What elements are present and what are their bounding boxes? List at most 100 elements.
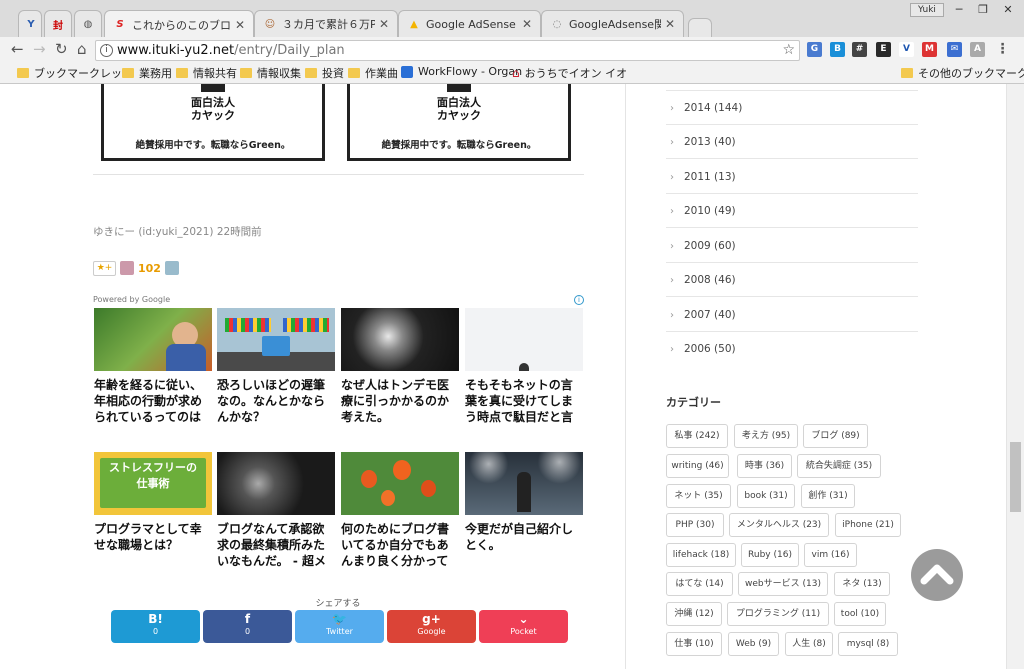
avatar[interactable] bbox=[164, 261, 179, 275]
related-card[interactable]: なぜ人はトンデモ医療に引っかかるのか考えた。 bbox=[341, 308, 459, 425]
tab-pinned-2[interactable]: 封 bbox=[44, 10, 72, 37]
menu-icon[interactable]: ⋮ bbox=[995, 42, 1010, 57]
archive-item[interactable]: › 2006 (50) bbox=[666, 332, 918, 366]
bookmark-folder[interactable]: 投資 bbox=[305, 65, 344, 81]
close-icon[interactable]: ✕ bbox=[665, 17, 675, 31]
related-card[interactable]: ブログなんて承認欲求の最終集積所みたいなもんだ。 - 超メモ帳… bbox=[217, 452, 335, 569]
category-tag[interactable]: 私事 (242) bbox=[666, 424, 728, 448]
archive-item[interactable]: › 2013 (40) bbox=[666, 125, 918, 159]
category-tag[interactable]: 統合失調症 (35) bbox=[797, 454, 881, 478]
category-tag[interactable]: mysql (8) bbox=[838, 632, 898, 656]
address-bar[interactable]: i www.ituki-yu2.net/entry/Daily_plan ☆ bbox=[95, 40, 800, 61]
category-tag[interactable]: Ruby (16) bbox=[741, 543, 799, 567]
archive-item[interactable]: › 2010 (49) bbox=[666, 194, 918, 228]
close-icon[interactable]: ✕ bbox=[235, 18, 245, 32]
related-card[interactable]: 年齢を経るに従い、年相応の行動が求められているってのはある… bbox=[94, 308, 212, 425]
tab-3[interactable]: ▲ Google AdSense ✕ bbox=[398, 10, 541, 37]
share-twitter-button[interactable]: 🐦 Twitter bbox=[295, 610, 384, 643]
evernote-extension-icon[interactable]: E bbox=[876, 42, 891, 57]
category-tag[interactable]: Web (9) bbox=[728, 632, 779, 656]
forward-arrow-icon[interactable]: → bbox=[33, 41, 46, 57]
category-tag[interactable]: webサービス (13) bbox=[738, 572, 828, 596]
category-tag[interactable]: iPhone (21) bbox=[835, 513, 901, 537]
share-hatebu-button[interactable]: B! 0 bbox=[111, 610, 200, 643]
category-tag[interactable]: 創作 (31) bbox=[801, 484, 855, 508]
related-card[interactable]: そもそもネットの言葉を真に受けてしまう時点で駄目だと言うべ… bbox=[465, 308, 583, 425]
profile-button[interactable]: Yuki bbox=[910, 3, 944, 17]
category-tag[interactable]: 考え方 (95) bbox=[734, 424, 798, 448]
counter-extension-icon[interactable]: # bbox=[852, 42, 867, 57]
category-tag[interactable]: ネット (35) bbox=[666, 484, 731, 508]
vertical-scrollbar[interactable] bbox=[1006, 84, 1024, 669]
category-tag[interactable]: 時事 (36) bbox=[737, 454, 792, 478]
mail-extension-icon[interactable]: M bbox=[922, 42, 937, 57]
bookmark-star-icon[interactable]: ☆ bbox=[782, 41, 795, 60]
tab-pinned-1[interactable]: Y bbox=[18, 10, 42, 37]
related-card[interactable]: 何のためにブログ書いてるか自分でもあんまり良く分かってない。 bbox=[341, 452, 459, 569]
author-line[interactable]: ゆきにー (id:yuki_2021) 22時間前 bbox=[93, 224, 262, 239]
related-card[interactable]: ストレスフリーの 仕事術 プログラマとして幸せな職場とは？ bbox=[94, 452, 212, 569]
bookmark-workflowy[interactable]: WorkFlowy - Organ bbox=[401, 65, 522, 78]
maximize-icon[interactable]: ❐ bbox=[972, 2, 994, 17]
reload-icon[interactable]: ↻ bbox=[55, 41, 68, 57]
ad-banner-left[interactable]: 面白法人 カヤック 絶賛採用中です。転職ならGreen。 bbox=[101, 84, 325, 161]
category-tag[interactable]: 沖縄 (12) bbox=[666, 602, 722, 626]
archive-item[interactable]: › 2009 (60) bbox=[666, 229, 918, 263]
vivaldi-extension-icon[interactable]: V bbox=[899, 42, 914, 57]
ad-banner-right[interactable]: 面白法人 カヤック 絶賛採用中です。転職ならGreen。 bbox=[347, 84, 571, 161]
hatebu-icon: B! bbox=[148, 612, 163, 626]
category-tag[interactable]: lifehack (18) bbox=[666, 543, 736, 567]
archive-item[interactable]: › 2008 (46) bbox=[666, 263, 918, 297]
close-icon[interactable]: ✕ bbox=[379, 17, 389, 31]
archive-item[interactable]: › 2007 (40) bbox=[666, 298, 918, 332]
related-card[interactable]: 今更だが自己紹介しとく。 bbox=[465, 452, 583, 569]
other-bookmarks[interactable]: その他のブックマーク bbox=[901, 65, 1024, 81]
category-tag[interactable]: ネタ (13) bbox=[834, 572, 890, 596]
back-to-top-button[interactable] bbox=[911, 549, 963, 601]
close-icon[interactable]: ✕ bbox=[522, 17, 532, 31]
new-tab-button[interactable] bbox=[688, 18, 712, 37]
category-tag[interactable]: vim (16) bbox=[804, 543, 857, 567]
bookmark-folder[interactable]: 情報収集 bbox=[240, 65, 301, 81]
home-icon[interactable]: ⌂ bbox=[77, 41, 87, 57]
add-star-button[interactable]: ★+ bbox=[93, 260, 116, 276]
tab-active[interactable]: S これからのこのブログの ✕ bbox=[104, 10, 254, 38]
category-tag[interactable]: PHP (30) bbox=[666, 513, 724, 537]
category-tag[interactable]: 人生 (8) bbox=[785, 632, 833, 656]
related-card[interactable]: 恐ろしいほどの遅筆なの。なんとかならんかな？ bbox=[217, 308, 335, 425]
tab-2[interactable]: ☺ ３カ月で累計６万PV達成 ✕ bbox=[254, 10, 398, 37]
bookmark-folder[interactable]: 業務用 bbox=[122, 65, 172, 81]
chevron-right-icon: › bbox=[670, 206, 674, 217]
scrollbar-thumb[interactable] bbox=[1010, 442, 1021, 512]
back-arrow-icon[interactable]: ← bbox=[11, 41, 24, 57]
share-facebook-button[interactable]: f 0 bbox=[203, 610, 292, 643]
category-tag[interactable]: book (31) bbox=[737, 484, 795, 508]
window-close-icon[interactable]: ✕ bbox=[997, 2, 1019, 17]
translate-extension-icon[interactable]: G bbox=[807, 42, 822, 57]
chat-extension-icon[interactable]: ✉ bbox=[947, 42, 962, 57]
category-tag[interactable]: プログラミング (11) bbox=[727, 602, 829, 626]
category-tag[interactable]: ブログ (89) bbox=[803, 424, 868, 448]
archive-item[interactable]: › 2011 (13) bbox=[666, 160, 918, 194]
share-google-button[interactable]: g+ Google bbox=[387, 610, 476, 643]
category-tag[interactable]: writing (46) bbox=[666, 454, 729, 478]
bookmark-aeon[interactable]: ⌂ おうちでイオン イオ bbox=[512, 65, 627, 81]
tab-pinned-3[interactable]: ◍ bbox=[74, 10, 102, 37]
adchoices-icon[interactable]: i bbox=[574, 295, 584, 305]
category-tag[interactable]: tool (10) bbox=[834, 602, 886, 626]
hatena-extension-icon[interactable]: B bbox=[830, 42, 845, 57]
category-tag[interactable]: はてな (14) bbox=[666, 572, 733, 596]
archive-item[interactable]: › 2014 (144) bbox=[666, 91, 918, 125]
avatar[interactable] bbox=[120, 261, 134, 275]
bookmark-folder[interactable]: 作業曲 bbox=[348, 65, 398, 81]
category-tag[interactable]: メンタルヘルス (23) bbox=[729, 513, 829, 537]
info-icon[interactable]: i bbox=[100, 44, 113, 57]
minimize-icon[interactable]: ─ bbox=[948, 2, 970, 17]
star-count[interactable]: 102 bbox=[138, 262, 161, 275]
tab-4[interactable]: ◌ GoogleAdsense関連ニュ ✕ bbox=[541, 10, 684, 37]
share-pocket-button[interactable]: ⌄ Pocket bbox=[479, 610, 568, 643]
bookmark-folder[interactable]: ブックマークレット bbox=[17, 65, 133, 81]
category-tag[interactable]: 仕事 (10) bbox=[666, 632, 722, 656]
bookmark-folder[interactable]: 情報共有 bbox=[176, 65, 237, 81]
abp-extension-icon[interactable]: A bbox=[970, 42, 985, 57]
